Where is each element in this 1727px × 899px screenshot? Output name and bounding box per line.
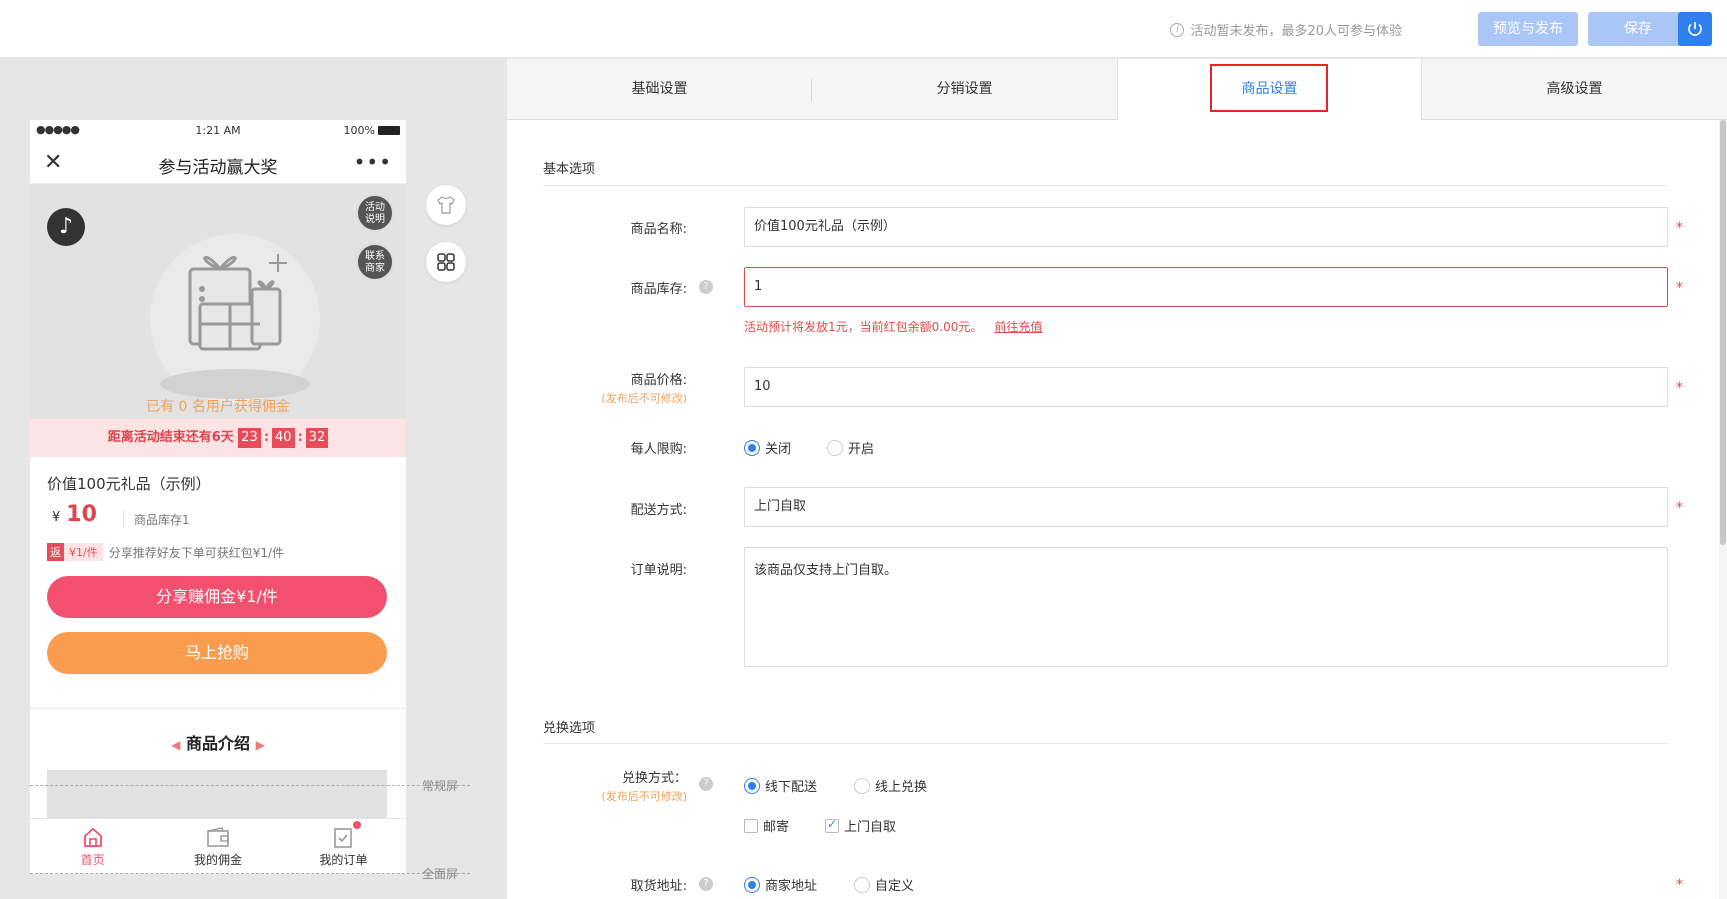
product-stock: 商品库存1 xyxy=(123,511,190,528)
phone-nav-bar: ✕ 参与活动赢大奖 ••• xyxy=(30,142,406,184)
stock-error-message: 活动预计将发放1元，当前红包余额0.00元。 前往充值 xyxy=(744,320,1043,334)
required-mark: * xyxy=(1676,877,1683,893)
phone-status-bar: ●●●●● 1:21 AM 100% xyxy=(30,120,406,142)
phone-tab-commission[interactable]: 我的佣金 xyxy=(155,819,280,874)
rebate-tag: 返 xyxy=(47,543,64,561)
power-button[interactable] xyxy=(1678,12,1712,46)
buy-now-button[interactable]: 马上抢购 xyxy=(47,632,387,674)
product-name-input[interactable]: 价值100元礼品（示例） xyxy=(744,207,1668,247)
product-price-input[interactable]: 10 xyxy=(744,367,1668,407)
tab-basic-settings[interactable]: 基础设置 xyxy=(507,59,812,119)
battery-icon xyxy=(378,126,400,135)
music-icon[interactable]: ♪ xyxy=(47,208,85,246)
countdown-minutes: 40 xyxy=(272,428,295,448)
shirt-icon xyxy=(437,196,455,214)
top-bar: i 活动暂未发布，最多20人可参与体验 预览与发布 保存 xyxy=(0,0,1727,58)
active-tab-highlight xyxy=(1210,64,1328,112)
countdown-bar: 距离活动结束还有6天 23:40:32 xyxy=(30,419,406,457)
preview-publish-button[interactable]: 预览与发布 xyxy=(1478,12,1578,46)
intro-title: 商品介绍 xyxy=(185,734,250,753)
more-icon[interactable]: ••• xyxy=(354,150,392,174)
phone-tab-bar: 首页 我的佣金 我的订单 xyxy=(30,818,406,874)
required-mark: * xyxy=(1676,280,1683,296)
activity-banner: ♪ 活动 说明 联系 商家 已有 0 名用户获得佣金 xyxy=(30,184,406,419)
scrollbar[interactable] xyxy=(1719,120,1727,899)
phone-tab-orders[interactable]: 我的订单 xyxy=(281,819,406,874)
countdown-label: 距离活动结束还有6天 xyxy=(107,430,234,445)
help-icon[interactable]: ? xyxy=(699,280,713,294)
notification-dot xyxy=(352,821,361,829)
tab-distribution-settings[interactable]: 分销设置 xyxy=(812,59,1117,119)
product-stock-label: 商品库存: xyxy=(630,282,687,297)
redeem-online-radio[interactable]: 线上兑换 xyxy=(854,776,927,795)
battery-text: 100% xyxy=(343,124,375,137)
full-screen-guide xyxy=(30,873,470,874)
layout-tool-button[interactable] xyxy=(426,242,466,282)
triangle-right-icon: ▶ xyxy=(255,738,265,752)
power-icon xyxy=(1688,22,1702,36)
product-name: 价值100元礼品（示例） xyxy=(47,475,211,493)
triangle-left-icon: ◀ xyxy=(171,738,181,752)
settings-tabs: 基础设置 分销设置 商品设置 高级设置 xyxy=(507,59,1727,121)
theme-tool-button[interactable] xyxy=(426,185,466,225)
product-card: 价值100元礼品（示例） ¥10 商品库存1 返 ¥1/件 分享推荐好友下单可获… xyxy=(30,457,406,707)
countdown-hours: 23 xyxy=(238,428,261,448)
rebate-info: 返 ¥1/件 分享推荐好友下单可获红包¥1/件 xyxy=(47,543,284,561)
rebate-amount: ¥1/件 xyxy=(64,543,103,561)
product-name-label: 商品名称: xyxy=(630,222,687,237)
mail-checkbox[interactable]: 邮寄 xyxy=(744,816,789,835)
tab-advanced-settings[interactable]: 高级设置 xyxy=(1422,59,1727,119)
normal-screen-label: 常规屏 xyxy=(422,779,459,793)
redeem-offline-radio[interactable]: 线下配送 xyxy=(744,776,817,795)
product-price: ¥10 xyxy=(52,502,97,527)
product-stock-input[interactable]: 1 xyxy=(744,267,1668,307)
normal-screen-guide xyxy=(30,785,470,786)
pickup-custom-radio[interactable]: 自定义 xyxy=(854,875,914,894)
countdown-seconds: 32 xyxy=(305,428,329,448)
purchase-limit-label: 每人限购: xyxy=(630,442,687,457)
product-settings-form: 基本选项 商品名称: 价值100元礼品（示例） * 商品库存: ? 1 * 活动… xyxy=(507,120,1727,899)
limit-off-radio[interactable]: 关闭 xyxy=(744,438,791,457)
recharge-link[interactable]: 前往充值 xyxy=(994,320,1042,334)
phone-tab-home[interactable]: 首页 xyxy=(30,819,155,874)
basic-section-title: 基本选项 xyxy=(543,162,596,177)
gift-illustration xyxy=(120,214,320,404)
save-button[interactable]: 保存 xyxy=(1588,12,1688,46)
publish-note-text: 活动暂未发布，最多20人可参与体验 xyxy=(1190,24,1402,39)
pickup-merchant-radio[interactable]: 商家地址 xyxy=(744,875,817,894)
orders-icon xyxy=(334,828,353,848)
pickup-address-label: 取货地址: xyxy=(630,879,687,894)
delivery-label: 配送方式: xyxy=(630,503,687,518)
phone-preview: ●●●●● 1:21 AM 100% ✕ 参与活动赢大奖 ••• ♪ 活动 说明 xyxy=(30,120,406,874)
limit-on-radio[interactable]: 开启 xyxy=(827,438,874,457)
pickup-checkbox[interactable]: 上门自取 xyxy=(825,816,896,835)
required-mark: * xyxy=(1676,380,1683,396)
help-icon[interactable]: ? xyxy=(699,877,713,891)
help-icon[interactable]: ? xyxy=(699,777,713,791)
product-price-label: 商品价格: xyxy=(630,373,687,388)
rebate-text: 分享推荐好友下单可获红包¥1/件 xyxy=(108,545,285,560)
price-note: (发布后不可修改) xyxy=(601,392,687,405)
activity-rules-badge[interactable]: 活动 说明 xyxy=(356,194,394,232)
share-commission-button[interactable]: 分享赚佣金¥1/件 xyxy=(47,576,387,618)
required-mark: * xyxy=(1676,220,1683,236)
phone-title: 参与活动赢大奖 xyxy=(158,158,278,178)
grid-icon xyxy=(437,253,455,271)
order-note-textarea[interactable]: 该商品仅支持上门自取。 xyxy=(744,547,1668,667)
redeem-note: (发布后不可修改) xyxy=(601,790,687,803)
info-icon: i xyxy=(1170,22,1185,37)
order-note-label: 订单说明: xyxy=(630,563,687,578)
full-screen-label: 全面屏 xyxy=(422,867,459,881)
publish-note: i 活动暂未发布，最多20人可参与体验 xyxy=(1170,20,1402,39)
required-mark: * xyxy=(1676,500,1683,516)
redeem-section-title: 兑换选项 xyxy=(543,721,596,736)
home-icon xyxy=(83,827,102,847)
redeem-label: 兑换方式： xyxy=(621,771,687,786)
wallet-icon xyxy=(207,827,229,847)
commission-users-text: 已有 0 名用户获得佣金 xyxy=(146,399,290,415)
delivery-input[interactable]: 上门自取 xyxy=(744,487,1668,527)
contact-merchant-badge[interactable]: 联系 商家 xyxy=(356,243,394,281)
gift-icon xyxy=(188,254,287,351)
